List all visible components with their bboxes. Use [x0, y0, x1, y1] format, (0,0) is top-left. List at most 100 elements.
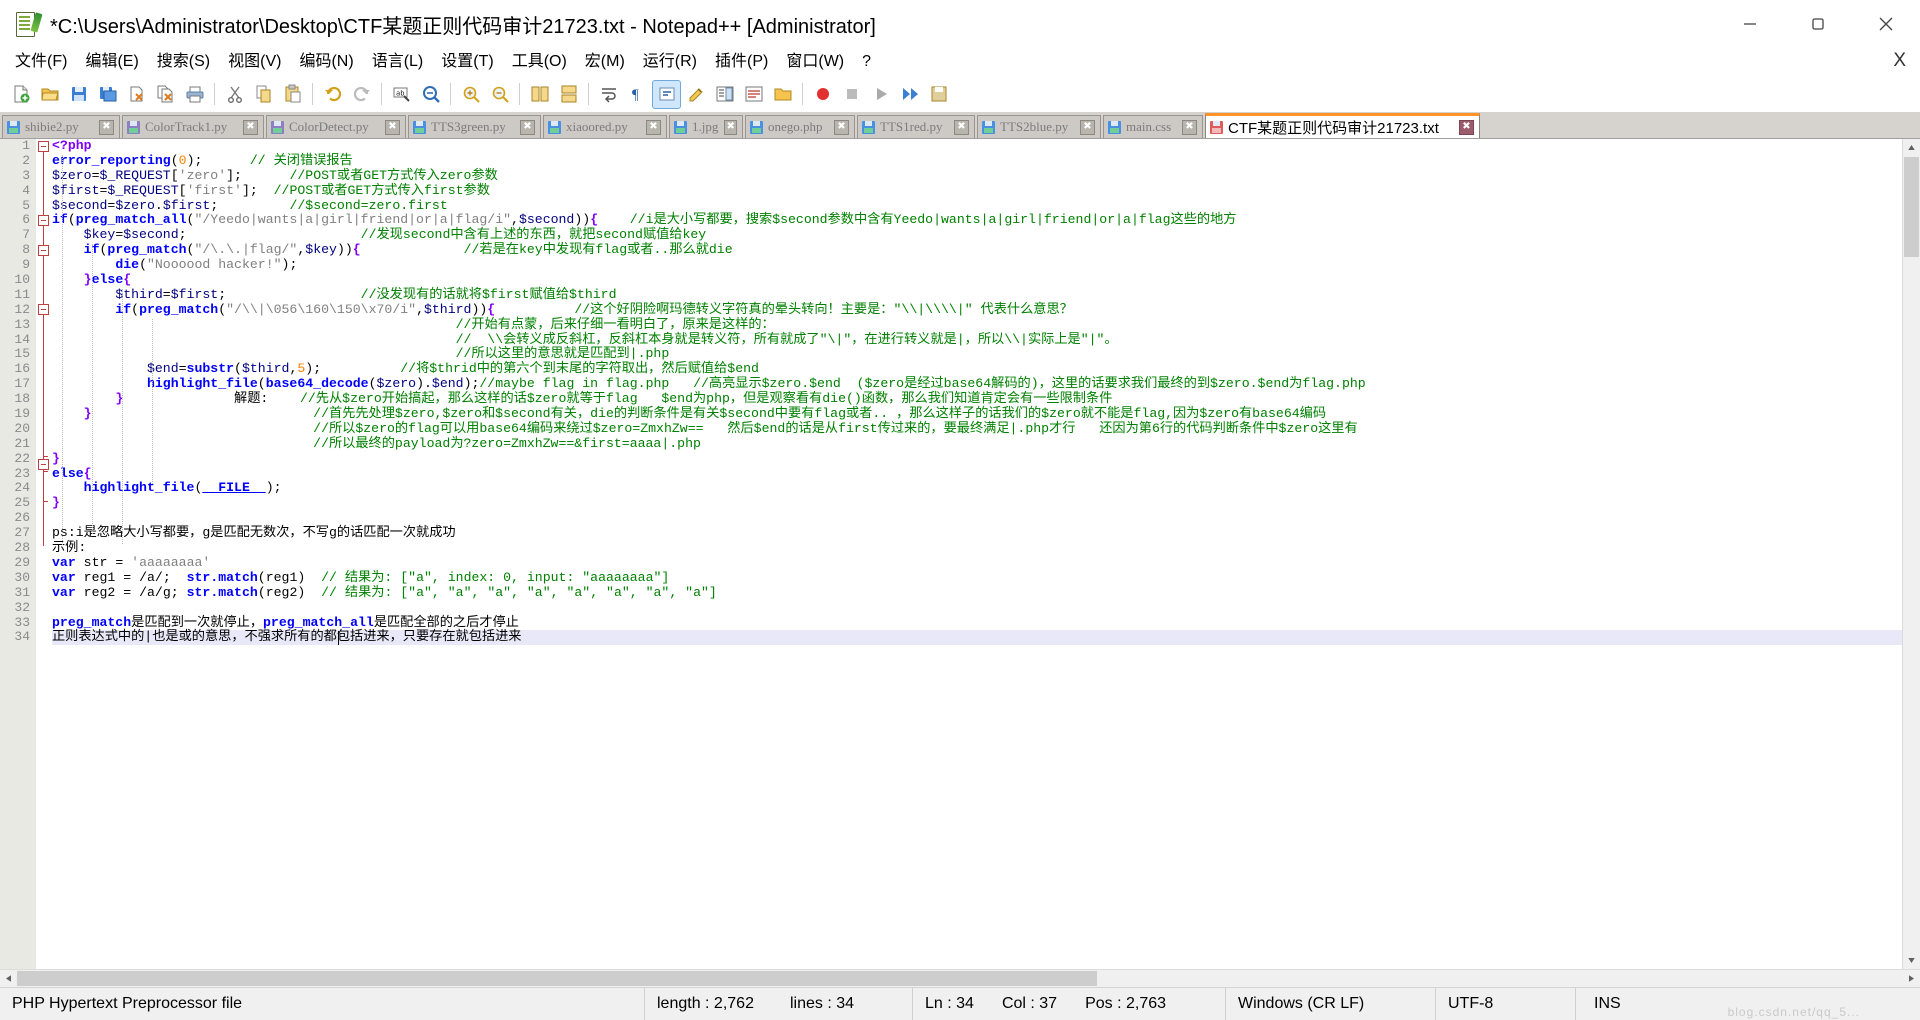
- code-content[interactable]: <?php error_reporting(0); // 关闭错误报告 $zero=…: [52, 139, 1920, 969]
- code-line[interactable]: [52, 601, 1920, 616]
- tab-onego-php[interactable]: onego.php ✖: [745, 115, 855, 138]
- tab-main-css[interactable]: main.css ✖: [1103, 115, 1203, 138]
- user-defined-lang-icon[interactable]: [682, 81, 709, 108]
- tab-close-icon[interactable]: ✖: [99, 119, 114, 135]
- stop-record-icon[interactable]: [838, 81, 865, 108]
- close-button[interactable]: [1852, 0, 1920, 48]
- code-line[interactable]: $third=$first; //没发现有的话就将$first赋值给$third: [52, 287, 1920, 303]
- code-line[interactable]: var reg1 = /a/; str.match(reg1) // 结果为: …: [52, 570, 1920, 586]
- cut-icon[interactable]: [221, 81, 248, 108]
- open-file-icon[interactable]: [36, 81, 63, 108]
- code-line[interactable]: //所以最终的payload为?zero=ZmxhZw==&first=aaaa…: [52, 436, 1920, 452]
- tab-close-icon[interactable]: ✖: [520, 119, 535, 135]
- fast-record-icon[interactable]: [896, 81, 923, 108]
- code-line[interactable]: [52, 511, 1920, 526]
- doc-map-icon[interactable]: [711, 81, 738, 108]
- code-line[interactable]: highlight_file(__FILE__);: [52, 481, 1920, 496]
- code-line[interactable]: var str = 'aaaaaaaa': [52, 555, 1920, 571]
- new-file-icon[interactable]: [7, 81, 34, 108]
- menu-tools[interactable]: 工具(O): [503, 50, 576, 74]
- tab-close-icon[interactable]: ✖: [954, 119, 969, 135]
- menu-macro[interactable]: 宏(M): [576, 50, 634, 74]
- tab-close-icon[interactable]: ✖: [1459, 119, 1474, 135]
- menu-help[interactable]: ?: [853, 50, 880, 74]
- replace-icon[interactable]: [417, 81, 444, 108]
- save-all-icon[interactable]: [94, 81, 121, 108]
- code-line[interactable]: if(preg_match("/\.\.|flag/",$key)){ //若是…: [52, 242, 1920, 258]
- close-document-button[interactable]: X: [1893, 51, 1906, 71]
- undo-icon[interactable]: [319, 81, 346, 108]
- tab-tts2blue-py[interactable]: TTS2blue.py ✖: [977, 115, 1101, 138]
- code-line[interactable]: }: [52, 495, 1920, 511]
- menu-plugins[interactable]: 插件(P): [706, 50, 777, 74]
- code-line[interactable]: } //首先先处理$zero,$zero和$second有关，die的判断条件是…: [52, 406, 1920, 422]
- menu-edit[interactable]: 编辑(E): [76, 50, 147, 74]
- code-line[interactable]: else{: [52, 466, 1920, 482]
- scroll-left-arrow[interactable]: [0, 970, 17, 987]
- tab-close-icon[interactable]: ✖: [646, 119, 661, 135]
- menu-window[interactable]: 窗口(W): [777, 50, 853, 74]
- find-icon[interactable]: ab: [388, 81, 415, 108]
- code-line[interactable]: if(preg_match("/\\|\056\160\150\x70/i",$…: [52, 302, 1920, 318]
- play-record-icon[interactable]: [867, 81, 894, 108]
- vertical-scroll-thumb[interactable]: [1904, 157, 1919, 257]
- tab-close-icon[interactable]: ✖: [834, 119, 849, 135]
- code-line[interactable]: <?php: [52, 139, 1920, 154]
- show-indent-guide-icon[interactable]: [652, 79, 681, 109]
- tab-xiaoored-py[interactable]: xiaoored.py ✖: [543, 115, 667, 138]
- menu-view[interactable]: 视图(V): [219, 50, 290, 74]
- scroll-right-arrow[interactable]: [1903, 970, 1920, 987]
- tab-tts3green-py[interactable]: TTS3green.py ✖: [408, 115, 541, 138]
- code-line[interactable]: var reg2 = /a/g; str.match(reg2) // 结果为:…: [52, 585, 1920, 601]
- code-line[interactable]: 正则表达式中的|也是或的意思，不强求所有的都包括进来，只要存在就包括进来: [52, 629, 1920, 646]
- tab-tts1red-py[interactable]: TTS1red.py ✖: [857, 115, 975, 138]
- function-list-icon[interactable]: [740, 81, 767, 108]
- menu-encoding[interactable]: 编码(N): [290, 50, 362, 74]
- tab-colordetect-py[interactable]: ColorDetect.py ✖: [266, 115, 406, 138]
- code-line[interactable]: }: [52, 451, 1920, 467]
- menu-file[interactable]: 文件(F): [6, 50, 76, 74]
- minimize-button[interactable]: [1716, 0, 1784, 48]
- close-file-icon[interactable]: [123, 81, 150, 108]
- code-line[interactable]: error_reporting(0); // 关闭错误报告: [52, 153, 1920, 169]
- code-line[interactable]: $first=$_REQUEST['first']; //POST或者GET方式…: [52, 183, 1920, 199]
- tab-close-icon[interactable]: ✖: [1182, 119, 1197, 135]
- code-line[interactable]: }else{: [52, 272, 1920, 288]
- copy-icon[interactable]: [250, 81, 277, 108]
- paste-icon[interactable]: [279, 81, 306, 108]
- code-line[interactable]: $zero=$_REQUEST['zero']; //POST或者GET方式传入…: [52, 168, 1920, 184]
- tab-shibie2-py[interactable]: shibie2.py ✖: [2, 115, 120, 138]
- folder-workspace-icon[interactable]: [769, 81, 796, 108]
- tab-1-jpg[interactable]: 1.jpg ✖: [669, 115, 743, 138]
- menu-settings[interactable]: 设置(T): [432, 50, 502, 74]
- scroll-down-arrow[interactable]: [1903, 952, 1920, 969]
- menu-run[interactable]: 运行(R): [634, 50, 706, 74]
- code-line[interactable]: //所以$zero的flag可以用base64编码来绕过$zero=ZmxhZw…: [52, 421, 1920, 437]
- code-line[interactable]: $key=$second; //发现second中含有上述的东西，就把secon…: [52, 227, 1920, 243]
- sync-horizontal-icon[interactable]: [555, 81, 582, 108]
- horizontal-scroll-track[interactable]: [17, 970, 1903, 987]
- zoom-in-icon[interactable]: [457, 81, 484, 108]
- horizontal-scroll-thumb[interactable]: [17, 971, 1097, 986]
- restore-button[interactable]: [1784, 0, 1852, 48]
- tab-close-icon[interactable]: ✖: [385, 119, 400, 135]
- redo-icon[interactable]: [348, 81, 375, 108]
- print-icon[interactable]: [181, 81, 208, 108]
- code-line[interactable]: } 解题: //先从$zero开始搞起，那么这样的话$zero就等于flag $…: [52, 391, 1920, 407]
- code-line[interactable]: //开始有点蒙，后来仔细一看明白了，原来是这样的：: [52, 317, 1920, 333]
- tab-close-icon[interactable]: ✖: [724, 119, 737, 135]
- sync-vertical-icon[interactable]: [526, 81, 553, 108]
- vertical-scrollbar[interactable]: [1902, 139, 1920, 969]
- tab-close-icon[interactable]: ✖: [243, 119, 258, 135]
- code-line[interactable]: highlight_file(base64_decode($zero).$end…: [52, 376, 1920, 392]
- code-folding-column[interactable]: [36, 139, 52, 969]
- horizontal-scrollbar[interactable]: [0, 969, 1920, 987]
- tab-colortrack1-py[interactable]: ColorTrack1.py ✖: [122, 115, 264, 138]
- code-line[interactable]: ps:i是忽略大小写都要，g是匹配无数次，不写g的话匹配一次就成功: [52, 525, 1920, 541]
- save-file-icon[interactable]: [65, 81, 92, 108]
- scroll-up-arrow[interactable]: [1903, 139, 1920, 156]
- tab-close-icon[interactable]: ✖: [1080, 119, 1095, 135]
- menu-language[interactable]: 语言(L): [363, 50, 433, 74]
- zoom-out-icon[interactable]: [486, 81, 513, 108]
- show-all-chars-icon[interactable]: ¶: [624, 81, 651, 108]
